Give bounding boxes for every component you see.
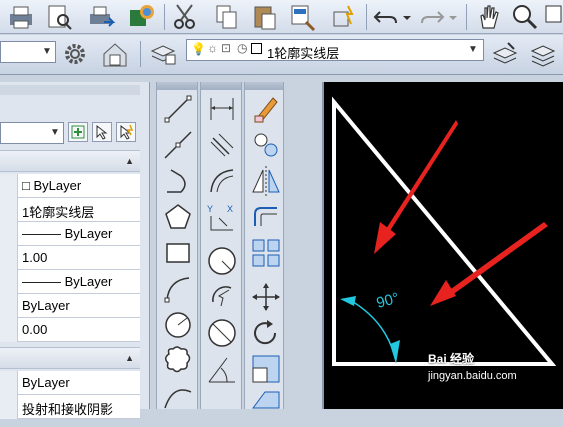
section-3d-visualization-header[interactable]: ▲ <box>0 347 140 369</box>
copy-objects-icon[interactable] <box>249 128 283 162</box>
collapse-triangle-icon: ▲ <box>125 156 134 166</box>
section-general-header[interactable]: ▲ <box>0 150 140 172</box>
object-type-combo[interactable]: ▼ <box>0 122 64 144</box>
dimension-toolbar-grip[interactable] <box>201 82 241 90</box>
property-row-shadow[interactable]: 投射和接收阴影 <box>0 395 140 419</box>
dimension-arrowhead-top <box>340 296 356 306</box>
chevron-down-icon: ▼ <box>468 44 478 55</box>
angular-dimension-icon[interactable] <box>205 352 239 386</box>
plot-icon: ◷ <box>237 41 248 55</box>
linear-dimension-icon[interactable] <box>205 92 239 126</box>
move-icon[interactable] <box>249 280 283 314</box>
make-object-layer-current-icon[interactable] <box>490 39 520 69</box>
property-row-linetype-scale[interactable]: 1.00 <box>0 246 140 270</box>
properties-title-strip <box>0 85 140 95</box>
quick-select-icon[interactable] <box>116 122 136 142</box>
dimension-arrowhead-bottom <box>390 340 400 364</box>
workspace-settings-gear-icon[interactable] <box>60 39 90 69</box>
properties-palette: ▼ ▲ □ ByLayer 1轮廓实线层 ——— ByLayer 1.00 ——… <box>0 82 150 419</box>
property-row-color[interactable]: □ ByLayer <box>0 174 140 198</box>
toggle-pickadd-icon[interactable] <box>68 122 88 142</box>
print-icon[interactable] <box>6 2 36 32</box>
scale-icon[interactable] <box>249 352 283 386</box>
jogged-dimension-icon[interactable] <box>205 280 239 314</box>
print-preview-icon[interactable] <box>44 2 74 32</box>
draw-toolbar-grip[interactable] <box>157 82 197 90</box>
dimension-toolbar: YX <box>200 82 242 409</box>
polygon-icon[interactable] <box>161 200 195 234</box>
undo-dropdown-icon[interactable] <box>400 2 414 32</box>
baidu-watermark-logo: Bai 经验 <box>428 352 475 366</box>
svg-text:X: X <box>227 204 233 214</box>
undo-icon[interactable] <box>372 2 402 32</box>
layer-properties-manager-icon[interactable] <box>148 39 178 69</box>
mirror-icon[interactable] <box>249 164 283 198</box>
chevron-down-icon: ▼ <box>50 127 60 138</box>
erase-icon[interactable] <box>249 92 283 126</box>
paste-icon[interactable] <box>250 2 280 32</box>
property-row-layer[interactable]: 1轮廓实线层 <box>0 198 140 222</box>
red-arrow-lower <box>430 222 548 306</box>
line-tool-icon[interactable] <box>161 92 195 126</box>
cut-icon[interactable] <box>170 2 200 32</box>
property-row-thickness[interactable]: 0.00 <box>0 318 140 342</box>
model-space-canvas[interactable]: 90° Bai 经验 jingyan.baidu.com <box>322 82 563 409</box>
rotate-icon[interactable] <box>249 316 283 350</box>
angle-dimension-text: 90° <box>375 290 401 312</box>
ordinate-dimension-icon[interactable]: YX <box>205 200 239 234</box>
workspace-combo[interactable]: ▼ <box>0 41 56 63</box>
property-row-material[interactable]: ByLayer <box>0 371 140 395</box>
arc-length-dimension-icon[interactable] <box>205 164 239 198</box>
current-layer-name: 1轮廓实线层 <box>267 46 340 61</box>
diameter-dimension-icon[interactable] <box>205 316 239 350</box>
redo-icon[interactable] <box>416 2 446 32</box>
arc-icon[interactable] <box>161 272 195 306</box>
property-row-lineweight[interactable]: ——— ByLayer <box>0 270 140 294</box>
radius-dimension-icon[interactable] <box>205 244 239 278</box>
modify-toolbar-grip[interactable] <box>245 82 283 90</box>
match-properties-icon[interactable] <box>288 2 318 32</box>
copy-icon[interactable] <box>212 2 242 32</box>
property-row-transparency[interactable]: ByLayer <box>0 294 140 318</box>
property-row-linetype[interactable]: ——— ByLayer <box>0 222 140 246</box>
modify-toolbar <box>244 82 284 409</box>
aligned-dimension-icon[interactable] <box>205 128 239 162</box>
stretch-icon[interactable] <box>249 388 283 422</box>
layer-color-swatch <box>251 43 262 54</box>
offset-icon[interactable] <box>249 200 283 234</box>
revision-cloud-icon[interactable] <box>161 344 195 378</box>
block-editor-icon[interactable] <box>330 2 360 32</box>
standard-toolbar <box>0 0 563 34</box>
3d-dwf-icon[interactable] <box>126 2 156 32</box>
layers-toolbar: ▼ 💡 ☼ ⊡ ◷ 1轮廓实线层 ▼ <box>0 35 563 75</box>
rectangle-icon[interactable] <box>161 236 195 270</box>
draw-toolbar <box>156 82 198 409</box>
circle-icon[interactable] <box>161 308 195 342</box>
chevron-down-icon: ▼ <box>42 46 52 57</box>
select-objects-icon[interactable] <box>92 122 112 142</box>
array-icon[interactable] <box>249 236 283 270</box>
baidu-watermark-url: jingyan.baidu.com <box>428 370 517 382</box>
collapse-triangle-icon: ▲ <box>125 353 134 363</box>
lightbulb-on-icon: 💡 <box>191 42 206 56</box>
home-layout-icon[interactable] <box>100 39 130 69</box>
zoom-realtime-icon[interactable] <box>510 2 540 32</box>
publish-icon[interactable] <box>86 2 116 32</box>
construction-line-icon[interactable] <box>161 128 195 162</box>
layer-previous-icon[interactable] <box>528 39 558 69</box>
lock-open-icon: ⊡ <box>221 41 232 55</box>
layer-dropdown[interactable]: 💡 ☼ ⊡ ◷ 1轮廓实线层 ▼ <box>186 39 484 61</box>
polyline-icon[interactable] <box>161 164 195 198</box>
sun-thaw-icon: ☼ <box>207 41 218 55</box>
zoom-window-icon[interactable] <box>544 2 563 32</box>
svg-text:Y: Y <box>207 204 213 214</box>
pan-hand-icon[interactable] <box>474 2 504 32</box>
redo-dropdown-icon[interactable] <box>446 2 460 32</box>
